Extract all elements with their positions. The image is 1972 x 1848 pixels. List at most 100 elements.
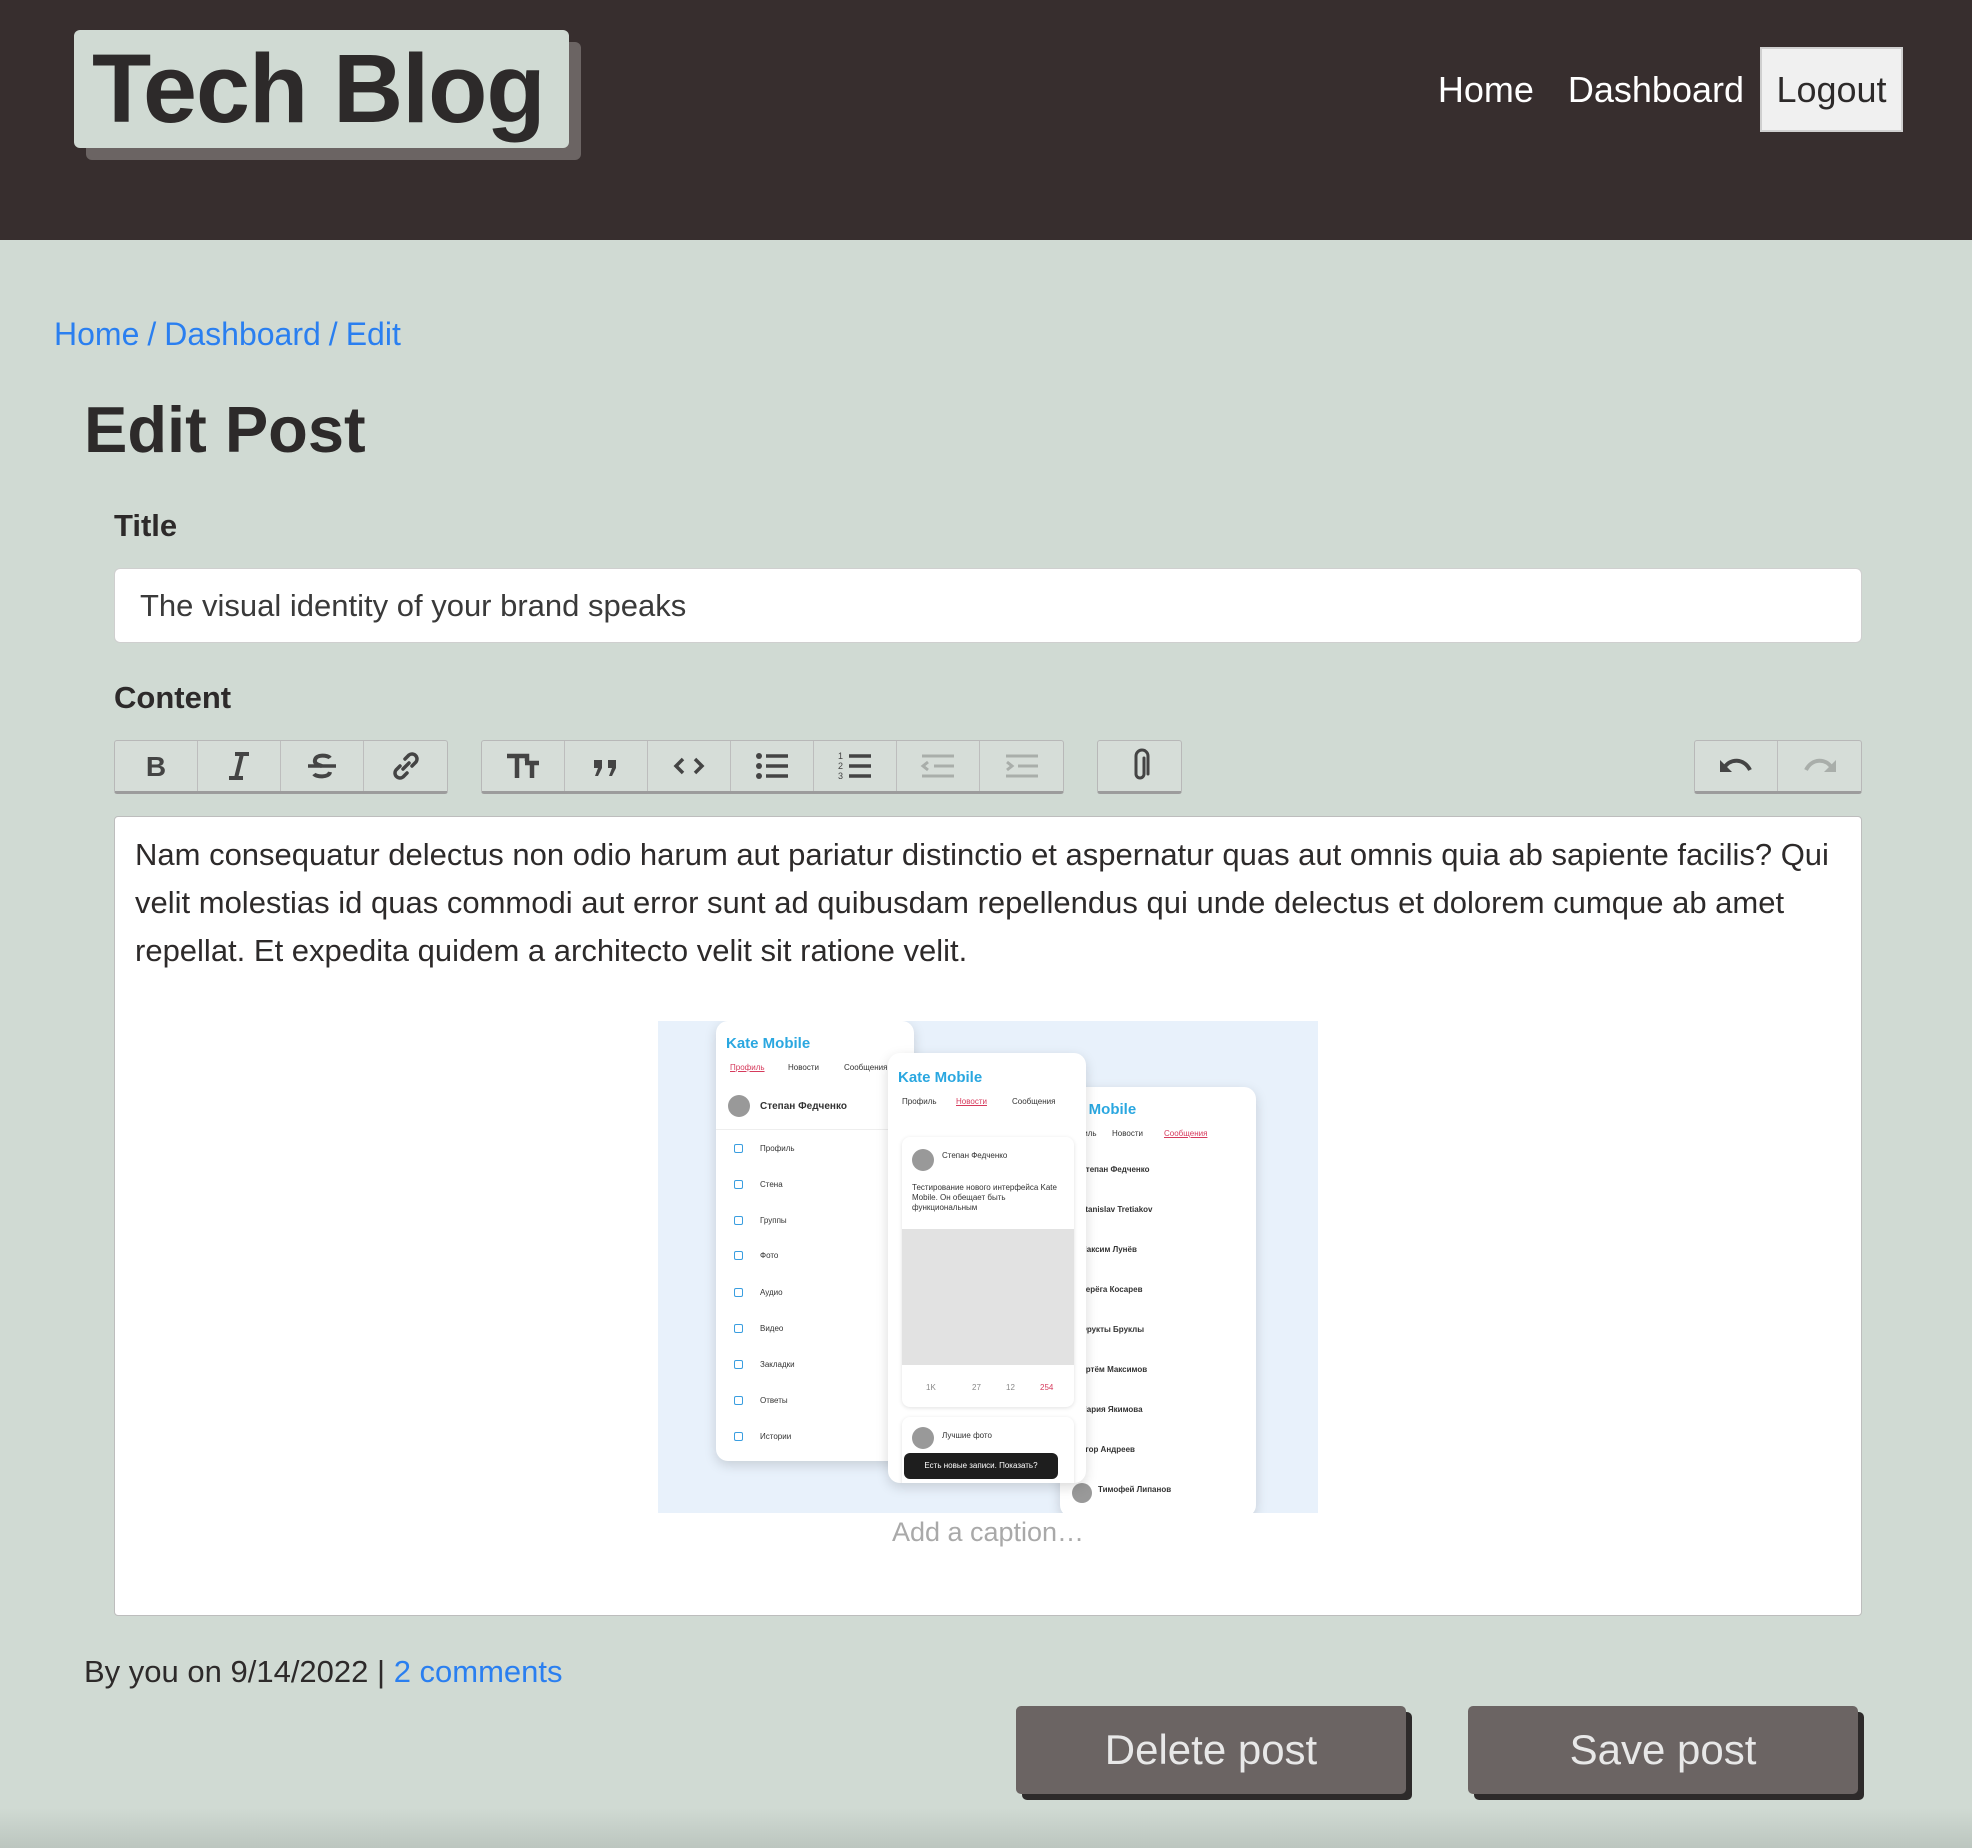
post-byline: By you on 9/14/2022 | (84, 1654, 386, 1689)
mockup-tab: Новости (1112, 1129, 1143, 1138)
redo-icon (1803, 758, 1836, 772)
mockup-avatar (912, 1149, 934, 1171)
mockup-contact: Серёга Косарев (1080, 1285, 1143, 1294)
nav-home-link[interactable]: Home (1438, 69, 1534, 111)
mockup-divider (716, 1129, 914, 1130)
attach-icon (1134, 748, 1149, 780)
site-header: Tech Blog Home Dashboard Logout (0, 0, 1972, 240)
save-post-button[interactable]: Save post (1468, 1706, 1858, 1794)
mockup-tab: Сообщения (844, 1063, 888, 1072)
quote-icon (594, 760, 616, 776)
nav-dashboard-link[interactable]: Dashboard (1568, 69, 1744, 111)
logout-button[interactable]: Logout (1760, 47, 1903, 132)
quote-button[interactable] (565, 741, 648, 791)
heading-icon (507, 753, 539, 778)
italic-icon (229, 752, 249, 780)
phone-mockup-messages: Kate Mobile Профиль Новости Сообщения Ст… (1060, 1087, 1256, 1513)
mockup-menu-icon (734, 1180, 743, 1189)
breadcrumb: Home / Dashboard / Edit (54, 316, 401, 353)
mockup-menu-item: Истории (760, 1432, 792, 1441)
undo-button[interactable] (1695, 741, 1778, 791)
breadcrumb-dashboard[interactable]: Dashboard (164, 316, 321, 352)
mockup-post-text: Тестирование нового интерфейса Kate Mobi… (912, 1183, 1057, 1212)
mockup-contact: Максим Лунёв (1080, 1245, 1137, 1254)
content-editor[interactable]: Nam consequatur delectus non odio harum … (114, 816, 1862, 1616)
mockup-app-title: Kate Mobile (898, 1069, 983, 1086)
content-text: Nam consequatur delectus non odio harum … (135, 837, 1829, 968)
delete-post-wrap: Delete post (1016, 1706, 1412, 1800)
mockup-menu-item: Профиль (760, 1144, 795, 1153)
mockup-tab: Новости (956, 1097, 987, 1106)
mockup-stat-comments: 27 (972, 1383, 981, 1392)
mockup-tab: Профиль (902, 1097, 937, 1106)
mockup-new-posts-toast: Есть новые записи. Показать? (904, 1453, 1058, 1479)
content-label: Content (114, 680, 232, 715)
mockup-menu-icon (734, 1144, 743, 1153)
history-tools-group (1694, 740, 1862, 794)
bold-icon: B (146, 751, 166, 782)
comments-link[interactable]: 2 comments (394, 1654, 563, 1689)
numbered-list-icon: 123 (838, 751, 871, 781)
svg-text:2: 2 (838, 761, 843, 771)
delete-post-button[interactable]: Delete post (1016, 1706, 1406, 1794)
increase-indent-icon (1005, 754, 1038, 778)
title-input[interactable] (114, 568, 1862, 643)
post-meta: By you on 9/14/2022 | 2 comments (84, 1654, 563, 1690)
strikethrough-icon (308, 753, 336, 779)
bold-button[interactable]: B (115, 741, 198, 791)
mockup-contact: Фрукты Бруклы (1080, 1325, 1145, 1334)
bullet-list-button[interactable] (731, 741, 814, 791)
mockup-contact: Stanislav Tretiakov (1080, 1205, 1153, 1214)
mockup-stat-reposts: 12 (1006, 1383, 1015, 1392)
increase-indent-button[interactable] (980, 741, 1063, 791)
mockup-contact: Артём Максимов (1080, 1365, 1148, 1374)
link-button[interactable] (364, 741, 447, 791)
mockup-menu-icon (734, 1251, 743, 1260)
page-title: Edit Post (84, 393, 366, 466)
italic-button[interactable] (198, 741, 281, 791)
breadcrumb-home[interactable]: Home (54, 316, 139, 352)
mockup-post-title: Лучшие фото (942, 1431, 992, 1440)
mockup-contact: Мария Якимова (1080, 1405, 1143, 1414)
bullet-list-icon (756, 753, 788, 779)
redo-button[interactable] (1778, 741, 1861, 791)
mockup-menu-item: Видео (760, 1324, 784, 1333)
mockup-menu-icon (734, 1360, 743, 1369)
mockup-post-author: Степан Федченко (942, 1151, 1008, 1160)
image-caption-placeholder[interactable]: Add a caption… (115, 1517, 1861, 1548)
decrease-indent-button[interactable] (897, 741, 980, 791)
numbered-list-button[interactable]: 123 (814, 741, 897, 791)
mockup-avatar (728, 1095, 750, 1117)
heading-button[interactable] (482, 741, 565, 791)
code-button[interactable] (648, 741, 731, 791)
svg-text:B: B (146, 751, 166, 782)
breadcrumb-separator: / (328, 316, 338, 352)
mockup-avatar (1072, 1483, 1092, 1503)
logo[interactable]: Tech Blog (74, 30, 581, 160)
mockup-menu-icon (734, 1396, 743, 1405)
decrease-indent-icon (920, 754, 954, 778)
mockup-app-title: Kate Mobile (726, 1035, 811, 1052)
mockup-menu-item: Ответы (760, 1396, 788, 1405)
strikethrough-button[interactable] (281, 741, 364, 791)
mockup-menu-item: Стена (760, 1180, 783, 1189)
mockup-menu-icon (734, 1216, 743, 1225)
mockup-contact: Тимофей Липанов (1098, 1485, 1172, 1494)
undo-icon (1720, 758, 1752, 772)
main-nav: Home Dashboard Logout (1404, 47, 1903, 132)
mockup-stat-views: 1K (926, 1383, 936, 1392)
attached-image[interactable]: Kate Mobile Профиль Новости Сообщения Ст… (658, 1021, 1318, 1513)
mockup-tab: Сообщения (1012, 1097, 1056, 1106)
attach-file-button[interactable] (1098, 741, 1181, 791)
breadcrumb-separator: / (147, 316, 157, 352)
svg-text:3: 3 (838, 771, 843, 781)
mockup-menu-item: Группы (760, 1216, 787, 1225)
mockup-contact: Егор Андреев (1080, 1445, 1135, 1454)
title-label: Title (114, 508, 178, 543)
logo-text: Tech Blog (74, 30, 569, 148)
file-tools-group (1097, 740, 1182, 794)
block-formatting-group: 123 (481, 740, 1064, 794)
breadcrumb-edit[interactable]: Edit (346, 316, 401, 352)
mockup-menu-icon (734, 1432, 743, 1441)
page-bottom-shade (0, 1808, 1972, 1848)
